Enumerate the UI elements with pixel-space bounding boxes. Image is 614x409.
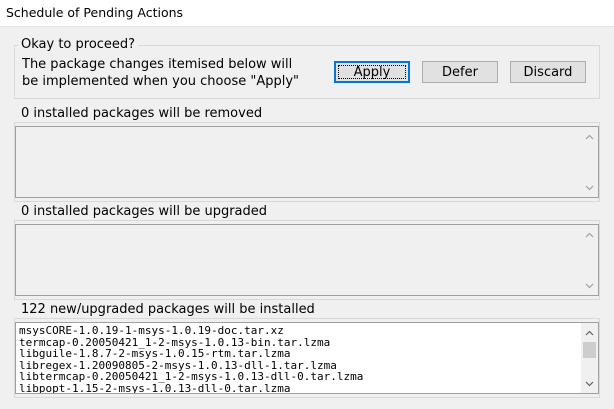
- chevron-up-icon[interactable]: [581, 324, 598, 341]
- chevron-down-icon[interactable]: [581, 277, 598, 294]
- list-item[interactable]: msysCORE-1.0.19-1-msys-1.0.19-doc.tar.xz: [19, 325, 363, 337]
- discard-button-label: Discard: [523, 64, 573, 80]
- removed-heading: 0 installed packages will be removed: [18, 106, 266, 122]
- apply-focus-ring: [338, 65, 406, 79]
- upgraded-heading: 0 installed packages will be upgraded: [18, 204, 271, 220]
- discard-button[interactable]: Discard: [510, 61, 586, 83]
- chevron-up-icon[interactable]: [581, 226, 598, 243]
- upgraded-listbox[interactable]: [15, 224, 599, 296]
- chevron-up-icon[interactable]: [581, 128, 598, 145]
- scrollbar-thumb[interactable]: [583, 342, 596, 358]
- installed-package-list: msysCORE-1.0.19-1-msys-1.0.19-doc.tar.xz…: [19, 325, 363, 393]
- title-bar: Schedule of Pending Actions: [0, 0, 614, 27]
- installed-heading: 122 new/upgraded packages will be instal…: [18, 302, 318, 318]
- installed-listbox[interactable]: msysCORE-1.0.19-1-msys-1.0.19-doc.tar.xz…: [15, 322, 599, 394]
- defer-button-label: Defer: [442, 64, 478, 80]
- upgraded-scrollbar[interactable]: [581, 225, 598, 295]
- apply-button[interactable]: Apply: [334, 61, 410, 83]
- proceed-description: The package changes itemised below will …: [22, 56, 299, 90]
- removed-listbox[interactable]: [15, 126, 599, 198]
- removed-scrollbar[interactable]: [581, 127, 598, 197]
- defer-button[interactable]: Defer: [422, 61, 498, 83]
- proceed-description-line2: be implemented when you choose "Apply": [22, 74, 300, 89]
- proceed-description-line1: The package changes itemised below will: [22, 57, 293, 72]
- proceed-heading: Okay to proceed?: [18, 37, 139, 53]
- list-item[interactable]: libpopt-1.15-2-msys-1.0.13-dll-0.tar.lzm…: [19, 382, 363, 393]
- window-title: Schedule of Pending Actions: [6, 5, 184, 20]
- chevron-down-icon[interactable]: [581, 179, 598, 196]
- list-item[interactable]: libguile-1.8.7-2-msys-1.0.15-rtm.tar.lzm…: [19, 348, 363, 360]
- installed-scrollbar[interactable]: [581, 323, 598, 393]
- chevron-down-icon[interactable]: [581, 375, 598, 392]
- list-item[interactable]: libtermcap-0.20050421_1-2-msys-1.0.13-dl…: [19, 371, 363, 383]
